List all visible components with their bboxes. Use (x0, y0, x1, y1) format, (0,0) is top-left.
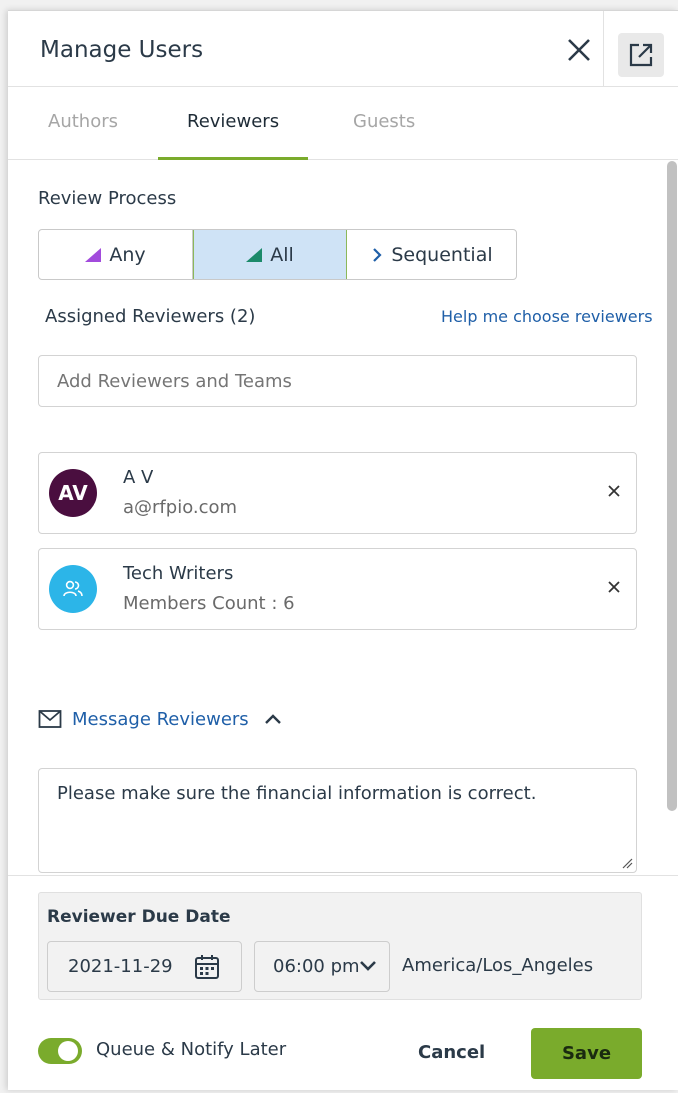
active-tab-indicator (158, 157, 308, 160)
add-reviewers-input[interactable] (38, 355, 637, 407)
panel-header: Manage Users (8, 11, 678, 87)
tab-guests[interactable]: Guests (353, 111, 415, 132)
calendar-icon[interactable] (194, 954, 220, 980)
review-option-sequential[interactable]: Sequential (347, 230, 516, 279)
team-avatar (49, 565, 97, 613)
tab-reviewers[interactable]: Reviewers (187, 111, 279, 132)
due-time-value: 06:00 pm (273, 956, 360, 977)
remove-team-button[interactable] (607, 575, 621, 599)
page-title: Manage Users (40, 37, 204, 63)
team-card: Tech Writers Members Count : 6 (38, 548, 637, 630)
reviewer-email: a@rfpio.com (123, 497, 238, 518)
close-icon (608, 485, 620, 497)
scrollbar-thumb[interactable] (667, 161, 677, 811)
queue-notify-toggle[interactable] (38, 1038, 82, 1064)
message-text: Please make sure the financial informati… (57, 783, 537, 804)
due-date-section: Reviewer Due Date 2021-11-29 06:00 pm Am… (38, 892, 642, 1000)
cancel-button[interactable]: Cancel (418, 1042, 485, 1063)
remove-reviewer-button[interactable] (607, 479, 621, 503)
chevron-down-icon (360, 961, 376, 971)
due-time-select[interactable]: 06:00 pm (254, 941, 390, 992)
team-icon (63, 580, 83, 597)
due-date-label: Reviewer Due Date (47, 907, 231, 927)
help-choose-reviewers-link[interactable]: Help me choose reviewers (441, 307, 653, 326)
all-triangle-icon (246, 247, 263, 262)
reviewer-name: A Vе (123, 467, 153, 488)
message-textarea[interactable]: Please make sure the financial informati… (38, 768, 637, 873)
external-link-icon (629, 43, 653, 67)
header-divider (603, 11, 604, 87)
review-option-any-label: Any (109, 243, 146, 266)
reviewer-card: AV A Vе a@rfpio.com (38, 452, 637, 534)
review-option-all-label: All (270, 243, 294, 266)
mail-icon (38, 710, 62, 728)
message-reviewers-toggle[interactable]: Message Reviewers (38, 706, 283, 732)
review-process-label: Review Process (38, 188, 177, 209)
review-option-sequential-label: Sequential (391, 243, 493, 266)
close-icon (608, 581, 620, 593)
due-date-input[interactable]: 2021-11-29 (47, 941, 242, 992)
review-process-selector: Any All Sequential (38, 229, 517, 280)
user-type-tabs: Authors Reviewers Guests (8, 87, 678, 160)
any-triangle-icon (85, 247, 102, 262)
toggle-knob (58, 1041, 78, 1061)
timezone-label: America/Los_Angeles (402, 955, 594, 976)
tab-authors[interactable]: Authors (48, 111, 118, 132)
avatar: AV (49, 469, 97, 517)
assigned-reviewers-label: Assigned Reviewers (2) (45, 306, 256, 327)
message-reviewers-label: Message Reviewers (72, 708, 249, 730)
close-button[interactable] (564, 35, 594, 65)
queue-notify-label: Queue & Notify Later (96, 1039, 287, 1060)
panel-footer: Reviewer Due Date 2021-11-29 06:00 pm Am… (8, 875, 678, 1090)
close-icon (568, 39, 590, 61)
popout-button[interactable] (618, 33, 664, 77)
manage-users-panel: Manage Users Authors Reviewers Guests Re… (8, 10, 678, 1090)
save-button[interactable]: Save (531, 1028, 642, 1079)
team-name: Tech Writers (123, 563, 234, 584)
review-option-all[interactable]: All (193, 230, 347, 279)
resize-grip-icon[interactable] (621, 857, 633, 869)
chevron-up-icon (264, 714, 281, 724)
chevron-right-icon (373, 247, 382, 262)
review-option-any[interactable]: Any (39, 230, 193, 279)
team-members-count: Members Count : 6 (123, 593, 295, 614)
due-date-value: 2021-11-29 (68, 956, 173, 977)
